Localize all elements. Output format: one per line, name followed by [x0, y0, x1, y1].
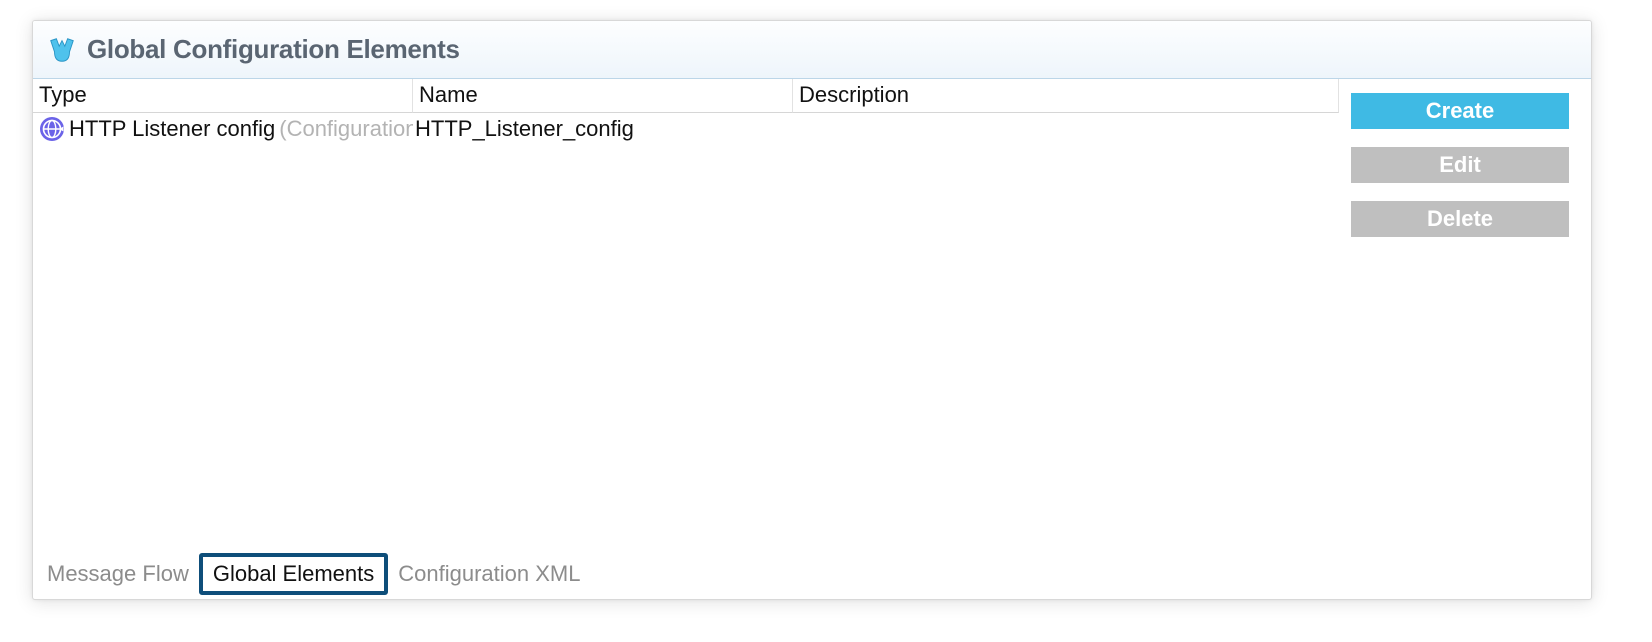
- row-type-suffix: (Configuration): [279, 116, 413, 142]
- tab-message-flow[interactable]: Message Flow: [37, 555, 199, 593]
- panel-title: Global Configuration Elements: [87, 34, 460, 65]
- column-header-description[interactable]: Description: [793, 79, 1339, 113]
- global-config-panel: Global Configuration Elements Type Name …: [32, 20, 1592, 600]
- tab-global-elements[interactable]: Global Elements: [199, 553, 388, 595]
- config-table: Type Name Description: [33, 79, 1339, 549]
- create-button[interactable]: Create: [1351, 93, 1569, 129]
- row-name-value: HTTP_Listener_config: [413, 116, 793, 142]
- tab-configuration-xml[interactable]: Configuration XML: [388, 555, 590, 593]
- editor-tabs: Message Flow Global Elements Configurati…: [33, 549, 1591, 599]
- edit-button[interactable]: Edit: [1351, 147, 1569, 183]
- table-row[interactable]: HTTP Listener config (Configuration) HTT…: [33, 113, 1339, 145]
- table-header-row: Type Name Description: [33, 79, 1339, 113]
- column-header-name[interactable]: Name: [413, 79, 793, 113]
- row-type-value: HTTP Listener config: [69, 116, 275, 142]
- delete-button[interactable]: Delete: [1351, 201, 1569, 237]
- column-header-type[interactable]: Type: [33, 79, 413, 113]
- mule-icon: [47, 35, 77, 65]
- http-config-icon: [39, 116, 65, 142]
- action-buttons: Create Edit Delete: [1339, 79, 1591, 549]
- panel-header: Global Configuration Elements: [33, 21, 1591, 79]
